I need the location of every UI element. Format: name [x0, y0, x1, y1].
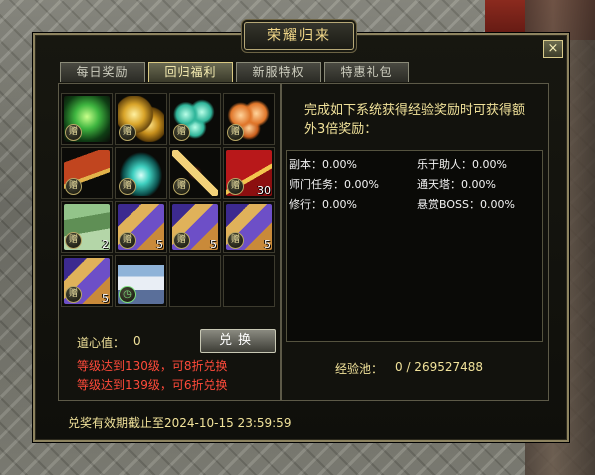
reward-item-slot[interactable]: 赠2 — [61, 201, 113, 253]
exchange-button[interactable]: 兑换 — [200, 329, 276, 353]
gift-badge: 赠 — [173, 232, 190, 249]
reward-item-slot[interactable]: 赠 — [169, 147, 221, 199]
reward-item-slot[interactable]: 赠 30 — [223, 147, 275, 199]
item-count: 5 — [210, 238, 217, 251]
exchange-rule-139: 等级达到139级，可6折兑换 — [77, 378, 228, 392]
stat-cultivation: 修行：0.00% — [289, 198, 357, 211]
dialog-title: 荣耀归来 — [244, 22, 354, 50]
gift-badge: 赠 — [65, 124, 82, 141]
item-count: 5 — [102, 292, 109, 305]
gift-badge: 赠 — [173, 124, 190, 141]
reward-item-slot[interactable]: 赠 — [169, 93, 221, 145]
empty-item-slot — [223, 255, 275, 307]
bonus-description: 完成如下系统获得经验奖励时可获得额外3倍奖励： — [304, 103, 526, 137]
item-count: 5 — [156, 238, 163, 251]
dao-heart-label: 道心值： — [77, 336, 126, 350]
exchange-rule-130: 等级达到130级，可8折兑换 — [77, 359, 228, 373]
item-count: 30 — [257, 184, 271, 197]
reward-item-slot[interactable]: 赠5 — [115, 201, 167, 253]
timed-item-clock-icon: ◷ — [119, 286, 136, 303]
reward-item-slot[interactable]: 赠5 — [223, 201, 275, 253]
gift-badge: 赠 — [119, 124, 136, 141]
reward-item-slot[interactable]: 赠5 — [61, 255, 113, 307]
reward-item-slot[interactable]: 赠 — [115, 93, 167, 145]
stat-dungeon: 副本：0.00% — [289, 158, 357, 171]
reward-item-grid: 赠赠赠赠赠赠赠赠 30 赠 2 赠 5 赠 5 赠 5 赠 5 ◷ — [61, 93, 275, 307]
close-button[interactable]: × — [543, 40, 563, 58]
reward-item-slot[interactable]: ◷ — [115, 255, 167, 307]
reward-item-slot[interactable]: 赠 — [223, 93, 275, 145]
reward-item-slot[interactable]: 赠 — [115, 147, 167, 199]
gift-badge: 赠 — [227, 232, 244, 249]
tab-special-gift-pack[interactable]: 特惠礼包 — [324, 62, 409, 82]
exp-pool-value: 0 / 269527488 — [395, 360, 484, 374]
gift-badge: 赠 — [65, 286, 82, 303]
gift-badge: 赠 — [227, 124, 244, 141]
item-count: 2 — [102, 238, 109, 251]
stat-helping-others: 乐于助人：0.00% — [417, 158, 507, 171]
item-count: 5 — [264, 238, 271, 251]
stat-sky-tower: 通天塔：0.00% — [417, 178, 496, 191]
tab-new-server-privilege[interactable]: 新服特权 — [236, 62, 321, 82]
stat-sect-quest: 师门任务：0.00% — [289, 178, 379, 191]
exp-pool-label: 经验池： — [335, 362, 384, 376]
reward-item-slot[interactable]: 赠 — [61, 147, 113, 199]
reward-item-slot[interactable]: 赠 — [61, 93, 113, 145]
empty-item-slot — [169, 255, 221, 307]
dao-heart-value: 0 — [133, 334, 141, 348]
stat-bounty-boss: 悬赏BOSS：0.00% — [417, 198, 515, 211]
tab-return-welfare[interactable]: 回归福利 — [148, 62, 233, 82]
gift-badge: 赠 — [119, 178, 136, 195]
gift-badge: 赠 — [119, 232, 136, 249]
expiry-notice: 兑奖有效期截止至2024-10-15 23:59:59 — [68, 416, 292, 430]
gift-badge: 赠 — [65, 232, 82, 249]
gift-badge: 赠 — [227, 178, 244, 195]
tab-daily-reward[interactable]: 每日奖励 — [60, 62, 145, 82]
reward-item-slot[interactable]: 赠5 — [169, 201, 221, 253]
gift-badge: 赠 — [173, 178, 190, 195]
gift-badge: 赠 — [65, 178, 82, 195]
